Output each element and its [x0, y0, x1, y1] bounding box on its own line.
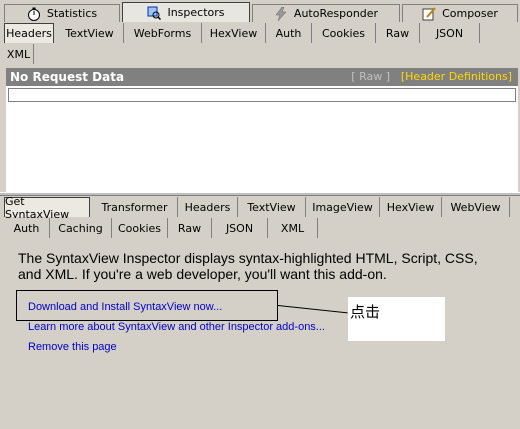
tab-response-webview[interactable]: WebView — [442, 197, 510, 217]
tab-request-auth[interactable]: Auth — [266, 23, 312, 43]
tab-label: Statistics — [46, 7, 98, 20]
tab-request-cookies[interactable]: Cookies — [312, 23, 376, 43]
tab-request-webforms[interactable]: WebForms — [124, 23, 202, 43]
tab-request-hexview[interactable]: HexView — [202, 23, 266, 43]
tab-response-get-syntaxview[interactable]: Get SyntaxView — [4, 195, 90, 221]
pencil-icon — [422, 6, 436, 21]
raw-link[interactable]: [ Raw ] — [351, 70, 390, 83]
tab-request-json[interactable]: JSON — [420, 23, 480, 43]
tab-request-textview[interactable]: TextView — [56, 23, 124, 43]
tab-response-transformer[interactable]: Transformer — [92, 197, 178, 217]
tab-label: Inspectors — [167, 6, 225, 19]
header-definitions-link[interactable]: [Header Definitions] — [401, 70, 512, 83]
annotation-highlight-box — [16, 290, 278, 321]
lightning-icon — [274, 6, 288, 21]
tab-response-imageview[interactable]: ImageView — [306, 197, 380, 217]
annotation-pointer-line — [277, 305, 348, 314]
learn-more-link[interactable]: Learn more about SyntaxView and other In… — [28, 321, 325, 333]
request-headers-tree[interactable] — [8, 88, 516, 102]
tab-label: AutoResponder — [293, 7, 379, 20]
stopwatch-icon — [27, 7, 41, 21]
tab-response-auth[interactable]: Auth — [4, 218, 50, 238]
tab-response-raw[interactable]: Raw — [168, 218, 212, 238]
response-tab-row-2: Auth Caching Cookies Raw JSON XML — [4, 218, 518, 238]
tab-request-headers[interactable]: Headers — [4, 23, 54, 43]
tab-request-raw[interactable]: Raw — [376, 23, 420, 43]
main-tab-strip: Statistics Inspectors AutoResponder Comp… — [0, 0, 520, 22]
tab-autoresponder[interactable]: AutoResponder — [252, 4, 400, 22]
tab-inspectors[interactable]: Inspectors — [122, 2, 250, 22]
tab-response-xml[interactable]: XML — [268, 218, 318, 238]
tab-statistics[interactable]: Statistics — [4, 4, 120, 22]
tab-composer[interactable]: Composer — [402, 4, 518, 22]
tab-response-json[interactable]: JSON — [212, 218, 268, 238]
tab-response-headers[interactable]: Headers — [178, 197, 238, 217]
tab-response-caching[interactable]: Caching — [50, 218, 112, 238]
tab-response-cookies[interactable]: Cookies — [112, 218, 168, 238]
tab-response-hexview[interactable]: HexView — [380, 197, 442, 217]
inspect-icon — [147, 6, 162, 20]
tab-request-xml[interactable]: XML — [4, 44, 34, 64]
request-tab-row-2: XML — [4, 44, 518, 64]
tab-label: Composer — [442, 7, 498, 20]
annotation-note: 点击 — [348, 297, 445, 341]
request-tab-row-1: Headers TextView WebForms HexView Auth C… — [4, 23, 518, 43]
syntaxview-description: The SyntaxView Inspector displays syntax… — [18, 250, 478, 282]
request-panel-header: No Request Data [ Raw ] [Header Definiti… — [6, 68, 518, 86]
request-panel-title: No Request Data — [10, 70, 125, 84]
tab-response-textview[interactable]: TextView — [238, 197, 306, 217]
response-tab-row-1: Get SyntaxView Transformer Headers TextV… — [4, 195, 518, 221]
remove-page-link[interactable]: Remove this page — [28, 341, 117, 353]
